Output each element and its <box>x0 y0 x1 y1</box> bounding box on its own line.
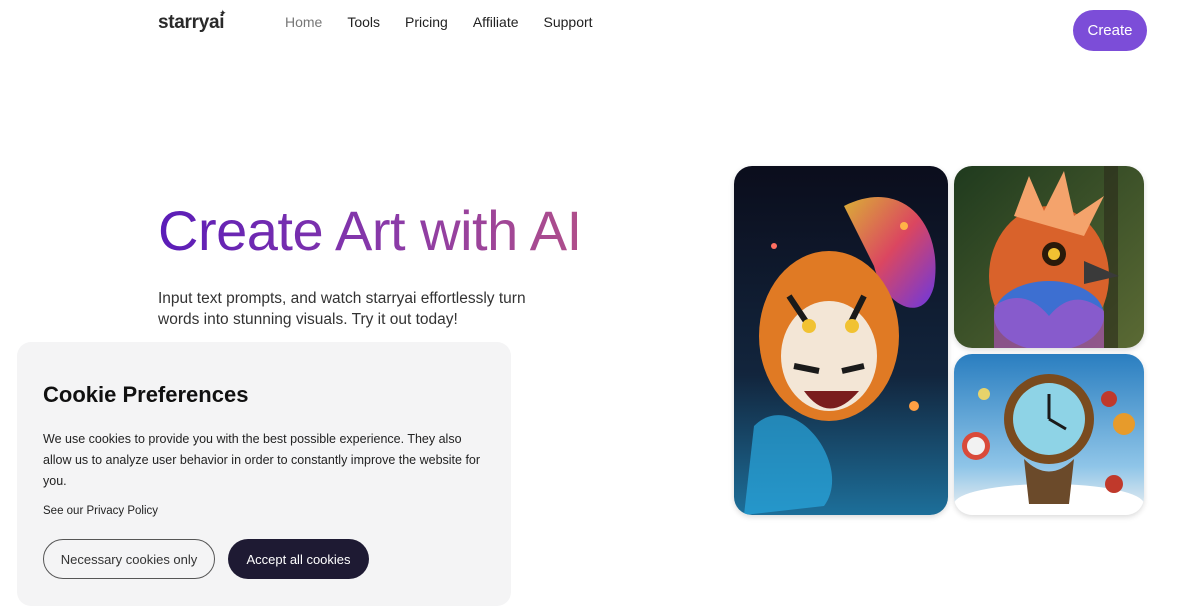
cookie-description: We use cookies to provide you with the b… <box>43 432 481 488</box>
tiger-artwork-image <box>734 166 948 515</box>
create-button[interactable]: Create <box>1073 10 1147 51</box>
clock-artwork-image <box>954 354 1144 515</box>
cookie-preferences-panel: Cookie Preferences We use cookies to pro… <box>17 342 511 606</box>
main-nav: Home Tools Pricing Affiliate Support <box>285 14 593 30</box>
privacy-policy-link[interactable]: See our Privacy Policy <box>43 505 158 517</box>
hero-subtitle: Input text prompts, and watch starryai e… <box>158 290 526 328</box>
accept-all-cookies-button[interactable]: Accept all cookies <box>228 539 369 579</box>
nav-pricing-link[interactable]: Pricing <box>405 14 448 30</box>
bird-artwork-image <box>954 166 1144 348</box>
hero-title: Create Art with AI <box>158 199 582 262</box>
logo-text: starryai <box>158 12 225 33</box>
nav-affiliate-link[interactable]: Affiliate <box>473 14 519 30</box>
cookie-title: Cookie Preferences <box>43 382 249 407</box>
necessary-cookies-button[interactable]: Necessary cookies only <box>43 539 215 579</box>
nav-support-link[interactable]: Support <box>544 14 593 30</box>
nav-tools-link[interactable]: Tools <box>347 14 380 30</box>
logo[interactable]: starryai ✦ <box>158 8 227 34</box>
logo-star-icon: ✦ <box>219 8 227 18</box>
nav-home-link[interactable]: Home <box>285 14 322 30</box>
